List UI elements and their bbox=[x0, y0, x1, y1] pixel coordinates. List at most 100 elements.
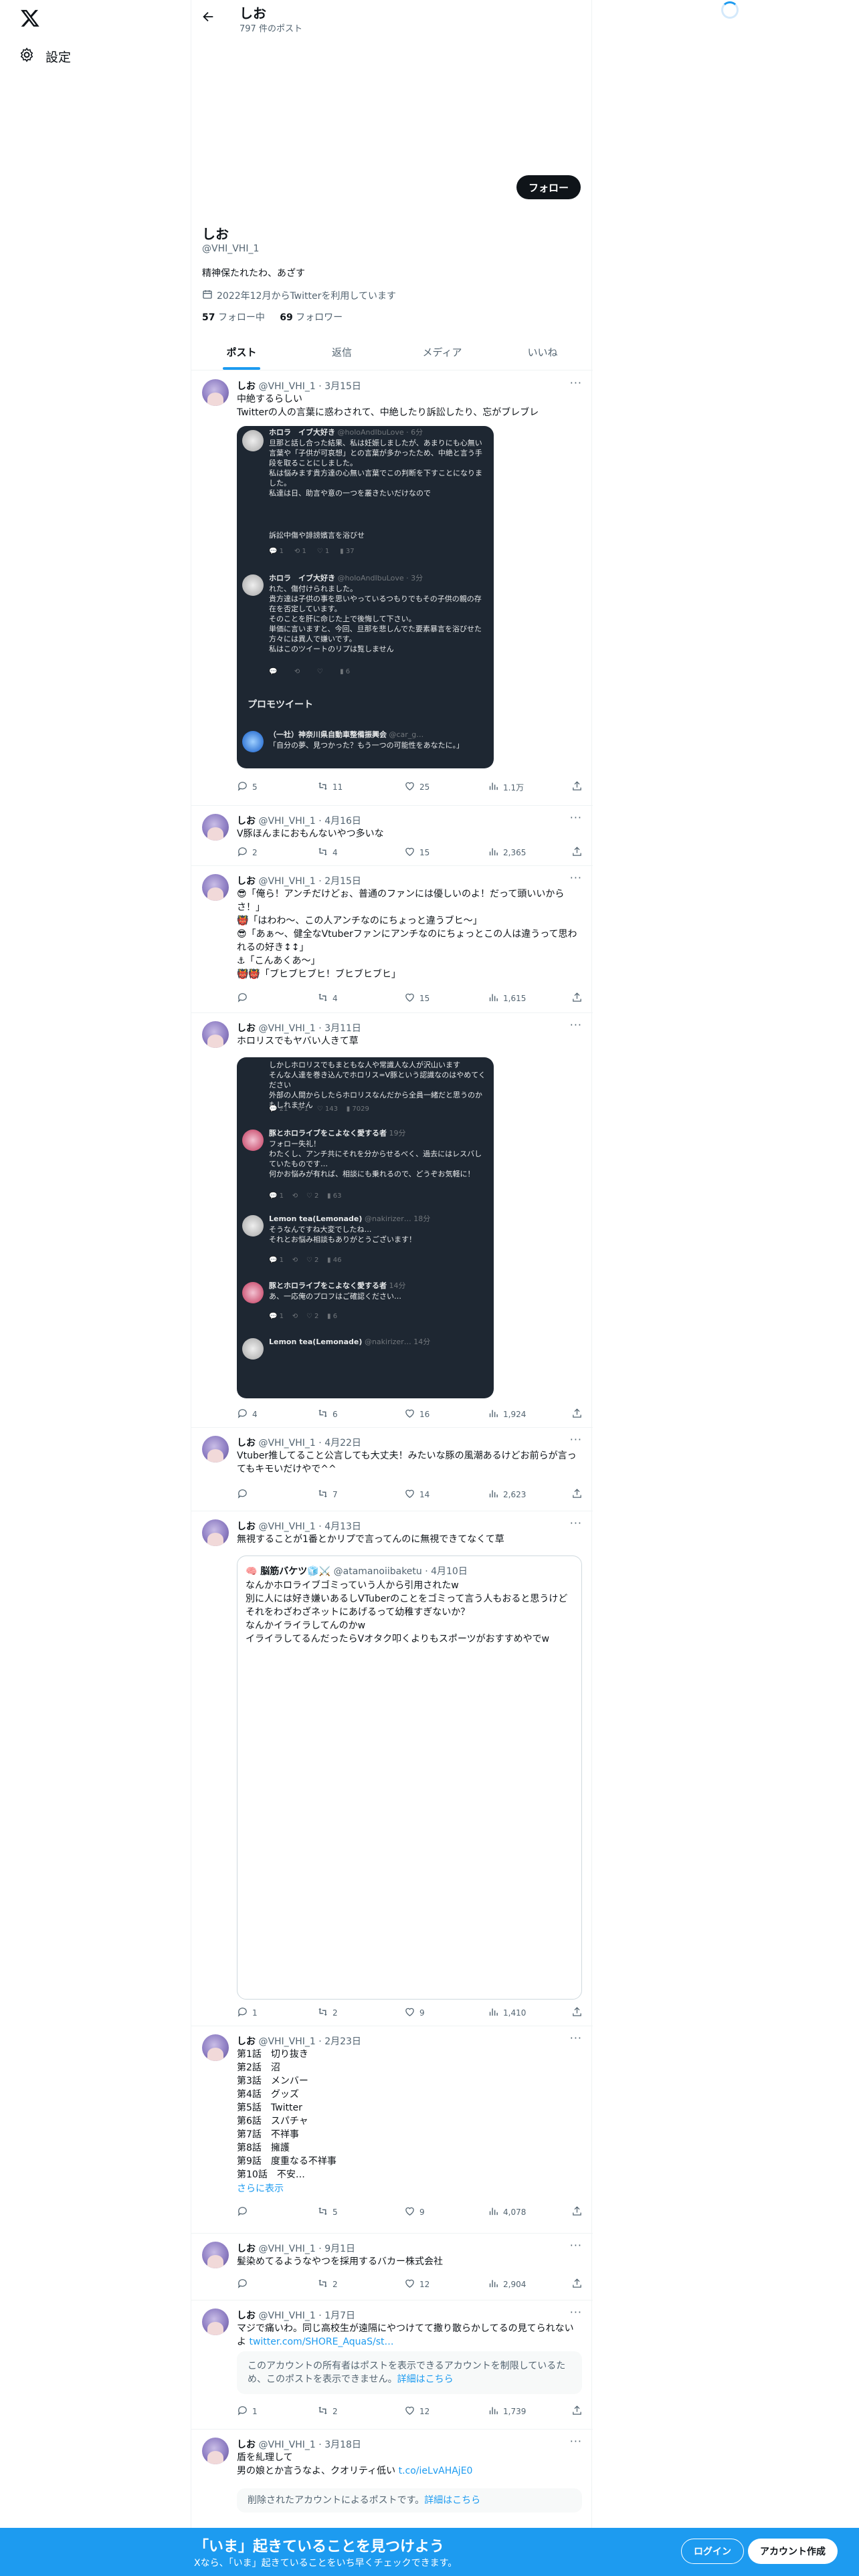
like-button[interactable]: 15 bbox=[404, 846, 430, 859]
tweet-link[interactable]: t.co/ieLvAHAjE0 bbox=[399, 2466, 473, 2476]
reply-button[interactable] bbox=[237, 1488, 252, 1501]
more-icon[interactable]: ··· bbox=[570, 1517, 582, 1529]
tweet-author[interactable]: しお bbox=[237, 1438, 256, 1448]
reply-button[interactable] bbox=[237, 2206, 252, 2219]
share-button[interactable] bbox=[571, 846, 583, 859]
tweet-author[interactable]: しお bbox=[237, 2440, 256, 2450]
tweet-author[interactable]: しお bbox=[237, 2311, 256, 2321]
following-link[interactable]: 57 フォロー中 bbox=[202, 312, 265, 323]
more-icon[interactable]: ··· bbox=[570, 1433, 582, 1446]
tweet-date[interactable]: 4月13日 bbox=[324, 1521, 361, 1532]
tweet-date[interactable]: 3月11日 bbox=[324, 1023, 361, 1034]
notice-learn-more-link[interactable]: 詳細はこちら bbox=[397, 2374, 454, 2385]
retweet-button[interactable]: 6 bbox=[317, 1408, 338, 1421]
avatar[interactable] bbox=[202, 2438, 229, 2464]
avatar[interactable] bbox=[202, 379, 229, 406]
like-button[interactable]: 16 bbox=[404, 1408, 430, 1421]
like-button[interactable]: 15 bbox=[404, 992, 430, 1005]
tweet-author[interactable]: しお bbox=[237, 1521, 256, 1532]
tweet-date[interactable]: 1月7日 bbox=[324, 2311, 355, 2321]
views-button[interactable]: 2,365 bbox=[488, 846, 526, 859]
reply-button[interactable]: 2 bbox=[237, 846, 258, 859]
retweet-button[interactable]: 7 bbox=[317, 1488, 338, 1501]
share-button[interactable] bbox=[571, 2206, 583, 2219]
quoted-tweet[interactable]: 🧠 脳筋バケツ🧊⚔️ @atamanoiibaketu · 4月10日 なんかホ… bbox=[237, 1555, 582, 2000]
tweet[interactable]: しお @VHI_VHI_1 · 2月23日 ··· 第1話 切り抜き 第2話 沼… bbox=[191, 2026, 593, 2234]
views-button[interactable]: 1,615 bbox=[488, 992, 526, 1005]
share-button[interactable] bbox=[571, 1488, 583, 1501]
share-button[interactable] bbox=[571, 2006, 583, 2020]
tweet-author[interactable]: しお bbox=[237, 381, 256, 392]
share-button[interactable] bbox=[571, 1408, 583, 1421]
tweet[interactable]: しお @VHI_VHI_1 · 4月13日 ··· 無視することが1番とかリプで… bbox=[191, 1511, 593, 2026]
reply-button[interactable]: 1 bbox=[237, 2405, 258, 2418]
more-icon[interactable]: ··· bbox=[570, 2306, 582, 2319]
tweet[interactable]: しお @VHI_VHI_1 · 1月7日 ··· マジで痛いわ。同じ高校生が遠隔… bbox=[191, 2300, 593, 2430]
tweet[interactable]: しお @VHI_VHI_1 · 3月15日 ··· 中絶するらしい Twitte… bbox=[191, 371, 593, 806]
more-icon[interactable]: ··· bbox=[570, 811, 582, 824]
login-button[interactable]: ログイン bbox=[681, 2539, 744, 2564]
reply-button[interactable] bbox=[237, 2278, 252, 2291]
more-icon[interactable]: ··· bbox=[570, 2032, 582, 2044]
views-button[interactable]: 4,078 bbox=[488, 2206, 526, 2219]
tab-media[interactable]: メディア bbox=[392, 334, 492, 370]
tweet-author[interactable]: しお bbox=[237, 1023, 256, 1034]
retweet-button[interactable]: 2 bbox=[317, 2006, 338, 2020]
like-button[interactable]: 25 bbox=[404, 780, 430, 794]
follow-button[interactable]: フォロー bbox=[516, 175, 581, 199]
tweet-date[interactable]: 9月1日 bbox=[324, 2244, 355, 2254]
back-arrow-icon[interactable] bbox=[201, 9, 218, 27]
tweet-date[interactable]: 2月15日 bbox=[324, 876, 361, 887]
tweet-image-screenshot[interactable]: しかしホロリスでもまともな人や常識人な人が沢山います そんな人達を巻き込んでホロ… bbox=[237, 1057, 494, 1398]
tweet-date[interactable]: 4月22日 bbox=[324, 1438, 361, 1448]
avatar[interactable] bbox=[202, 1436, 229, 1463]
tweet[interactable]: しお @VHI_VHI_1 · 3月11日 ··· ホロリスでもヤバい人きて草 … bbox=[191, 1013, 593, 1428]
like-button[interactable]: 12 bbox=[404, 2405, 430, 2418]
like-button[interactable]: 9 bbox=[404, 2006, 425, 2020]
share-button[interactable] bbox=[571, 992, 583, 1005]
more-icon[interactable]: ··· bbox=[570, 2239, 582, 2252]
reply-button[interactable]: 1 bbox=[237, 2006, 258, 2020]
more-icon[interactable]: ··· bbox=[570, 377, 582, 389]
reply-button[interactable] bbox=[237, 992, 252, 1005]
tweet-date[interactable]: 3月15日 bbox=[324, 381, 361, 392]
avatar[interactable] bbox=[202, 874, 229, 901]
avatar[interactable] bbox=[202, 2242, 229, 2268]
share-button[interactable] bbox=[571, 2278, 583, 2291]
retweet-button[interactable]: 11 bbox=[317, 780, 343, 794]
tweet[interactable]: しお @VHI_VHI_1 · 4月22日 ··· Vtuber推してること公言… bbox=[191, 1428, 593, 1511]
notice-learn-more-link[interactable]: 詳細はこちら bbox=[424, 2495, 480, 2506]
tweet-author[interactable]: しお bbox=[237, 816, 256, 827]
tweet-date[interactable]: 4月16日 bbox=[324, 816, 361, 827]
like-button[interactable]: 12 bbox=[404, 2278, 430, 2291]
views-button[interactable]: 1.1万 bbox=[488, 780, 524, 794]
tweet[interactable]: しお @VHI_VHI_1 · 9月1日 ··· 髪染めてるようなやつを採用する… bbox=[191, 2234, 593, 2300]
tab-replies[interactable]: 返信 bbox=[292, 334, 392, 370]
tweet-author[interactable]: しお bbox=[237, 2036, 256, 2047]
more-icon[interactable]: ··· bbox=[570, 1018, 582, 1031]
avatar[interactable] bbox=[202, 814, 229, 841]
tweet-date[interactable]: 3月18日 bbox=[324, 2440, 361, 2450]
tweet[interactable]: しお @VHI_VHI_1 · 2月15日 ··· 😎「俺ら！アンチだけどぉ、普… bbox=[191, 866, 593, 1013]
retweet-button[interactable]: 2 bbox=[317, 2405, 338, 2418]
more-icon[interactable]: ··· bbox=[570, 2435, 582, 2448]
share-button[interactable] bbox=[571, 780, 583, 794]
signup-button[interactable]: アカウント作成 bbox=[748, 2539, 838, 2564]
retweet-button[interactable]: 5 bbox=[317, 2206, 338, 2219]
retweet-button[interactable]: 2 bbox=[317, 2278, 338, 2291]
tweet-image-screenshot[interactable]: ホロラ イブ大好き @holoAndIbuLove · 6分 旦那と話し合った結… bbox=[237, 426, 494, 768]
avatar[interactable] bbox=[202, 2034, 229, 2061]
tab-posts[interactable]: ポスト bbox=[191, 334, 292, 370]
avatar[interactable] bbox=[202, 1021, 229, 1048]
views-button[interactable]: 2,904 bbox=[488, 2278, 526, 2291]
show-more-link[interactable]: さらに表示 bbox=[237, 2181, 284, 2195]
views-button[interactable]: 1,410 bbox=[488, 2006, 526, 2020]
like-button[interactable]: 14 bbox=[404, 1488, 430, 1501]
avatar[interactable] bbox=[202, 1519, 229, 1546]
tab-likes[interactable]: いいね bbox=[492, 334, 593, 370]
tweet-author[interactable]: しお bbox=[237, 2244, 256, 2254]
tweet[interactable]: しお @VHI_VHI_1 · 4月16日 ··· V豚ほんまにおもんないやつ多… bbox=[191, 806, 593, 866]
like-button[interactable]: 9 bbox=[404, 2206, 425, 2219]
retweet-button[interactable]: 4 bbox=[317, 846, 338, 859]
views-button[interactable]: 1,924 bbox=[488, 1408, 526, 1421]
